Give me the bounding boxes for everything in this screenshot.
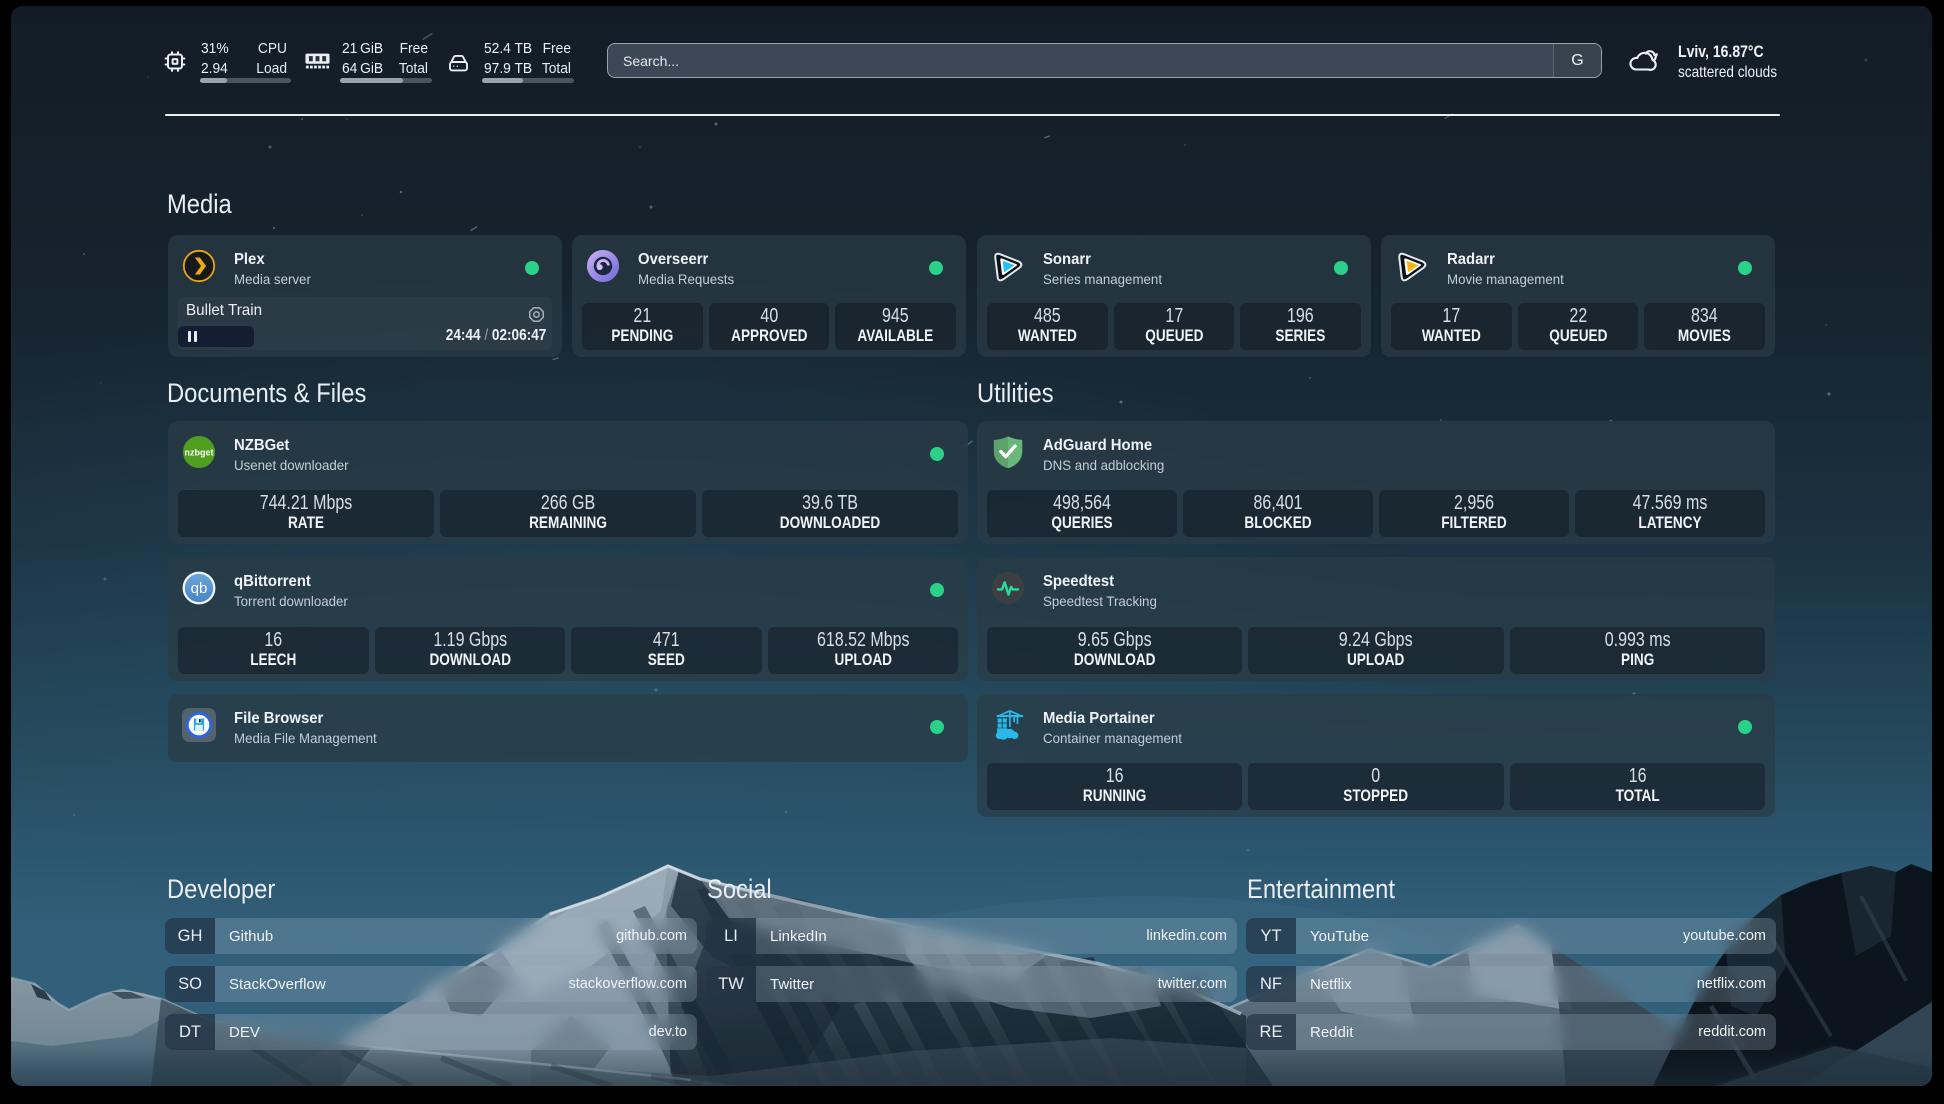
- svg-text:qb: qb: [191, 580, 208, 597]
- svg-text:nzbget: nzbget: [184, 447, 213, 457]
